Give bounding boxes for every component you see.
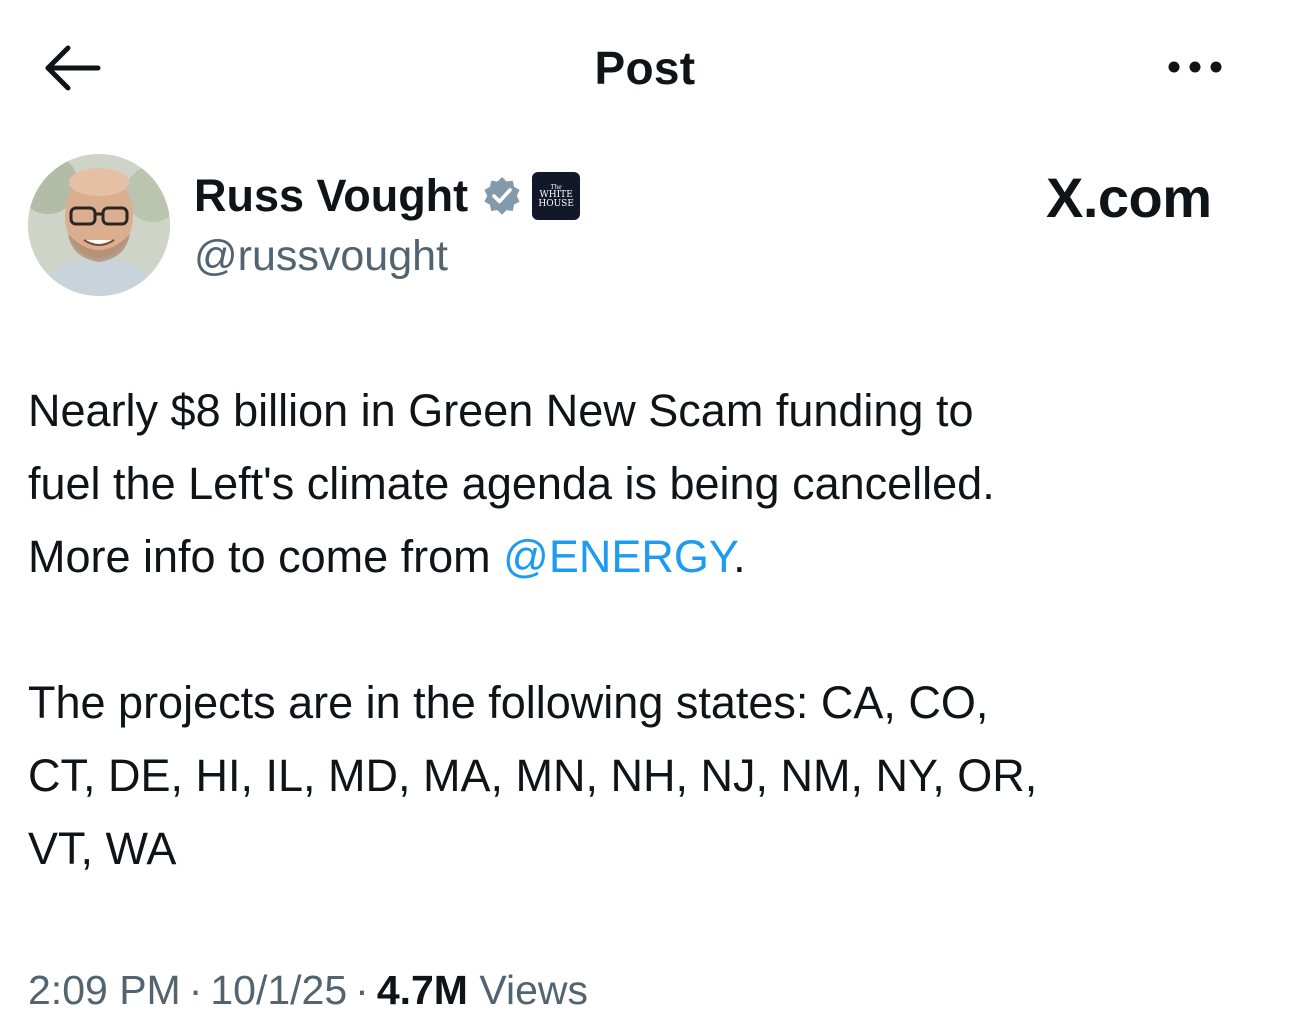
more-horizontal-icon: [1168, 61, 1222, 73]
watermark: X.com: [1046, 166, 1212, 229]
author-handle[interactable]: @russvought: [194, 228, 448, 284]
post-line: The projects are in the following states…: [28, 677, 989, 728]
author-display-name[interactable]: Russ Vought: [194, 168, 468, 224]
avatar[interactable]: [28, 154, 170, 296]
post-line: CT, DE, HI, IL, MD, MA, MN, NH, NJ, NM, …: [28, 750, 1038, 801]
meta-separator: ·: [188, 967, 203, 1013]
views-count[interactable]: 4.7M: [377, 967, 468, 1013]
post-line: VT, WA: [28, 823, 177, 874]
author-name-row: Russ Vought The WHITE HOUSE: [194, 168, 581, 224]
more-options-button[interactable]: [1160, 50, 1230, 84]
post-text: Nearly $8 billion in Green New Scam fund…: [28, 374, 1268, 885]
post-paragraph-1: Nearly $8 billion in Green New Scam fund…: [28, 374, 1268, 593]
mention-link[interactable]: @ENERGY: [503, 531, 733, 582]
post-time[interactable]: 2:09 PM: [28, 967, 181, 1013]
post-line: Nearly $8 billion in Green New Scam fund…: [28, 385, 974, 436]
post-date[interactable]: 10/1/25: [210, 967, 347, 1013]
views-label: Views: [479, 967, 589, 1013]
top-bar: Post: [0, 0, 1290, 130]
meta-separator: ·: [355, 967, 369, 1013]
affiliation-badge[interactable]: The WHITE HOUSE: [532, 172, 581, 220]
page-title: Post: [594, 42, 696, 94]
affiliation-badge-line3: HOUSE: [538, 198, 574, 209]
post-line: More info to come from: [28, 531, 504, 582]
post-meta: 2:09 PM · 10/1/25 · 4.7M Views: [28, 962, 588, 1018]
post-line: fuel the Left's climate agenda is being …: [28, 458, 995, 509]
post-line: .: [733, 531, 746, 582]
verified-badge-icon[interactable]: [480, 174, 524, 218]
post-paragraph-2: The projects are in the following states…: [28, 666, 1268, 885]
